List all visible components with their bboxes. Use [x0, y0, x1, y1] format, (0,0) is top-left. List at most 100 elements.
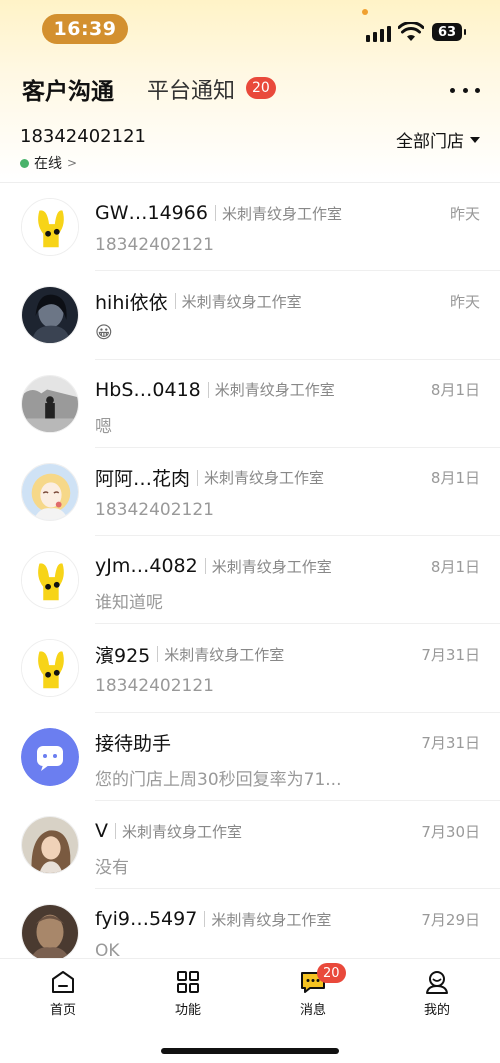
tab-customer-chat[interactable]: 客户沟通: [22, 72, 114, 106]
user-icon: [426, 971, 448, 994]
chevron-right-icon: >: [67, 156, 78, 170]
last-message: 嗯: [95, 416, 112, 437]
account-row: 18342402121 在线 > 全部门店: [0, 124, 500, 182]
conversation-item[interactable]: GW…14966 米刺青纹身工作室 昨天 18342402121: [0, 183, 500, 272]
yellow-hand-avatar: [21, 551, 79, 610]
more-dot-icon: [475, 87, 480, 93]
contact-name: V: [95, 820, 108, 843]
contact-name: GW…14966: [95, 202, 208, 224]
more-dot-icon: [450, 87, 455, 93]
separator: [157, 646, 159, 663]
caret-down-icon: [470, 136, 480, 143]
message-date: 8月1日: [430, 381, 480, 400]
nav-messages-label: 消息: [299, 1003, 326, 1018]
bottom-nav: 首页 功能 消息 20 我的: [0, 958, 500, 1063]
message-date: 昨天: [449, 292, 480, 311]
store-selector-label: 全部门店: [396, 132, 464, 152]
assistant-chat-avatar: [21, 727, 79, 786]
home-indicator: [161, 1048, 339, 1054]
street-photo-avatar: [21, 374, 79, 433]
messages-badge: 20: [317, 963, 346, 983]
wifi-icon: [398, 22, 424, 41]
separator: [115, 823, 116, 840]
online-dot-icon: [20, 158, 29, 168]
account-phone: 18342402121: [20, 126, 146, 147]
conversation-item[interactable]: yJm…4082 米刺青纹身工作室 8月1日 谁知道呢: [0, 536, 500, 625]
status-bar: 16:39 63: [0, 0, 500, 58]
conversation-list: GW…14966 米刺青纹身工作室 昨天 18342402121 hihi依依 …: [0, 183, 500, 958]
contact-name: yJm…4082: [95, 555, 198, 578]
message-date: 7月30日: [421, 822, 480, 841]
message-date: 8月1日: [430, 557, 480, 576]
status-time: 16:39: [42, 14, 128, 44]
yellow-hand-avatar: [21, 198, 79, 256]
conversation-item[interactable]: 濱925 米刺青纹身工作室 7月31日 18342402121: [0, 624, 500, 714]
store-name: 米刺青纹身工作室: [214, 381, 335, 400]
last-message: OK: [95, 941, 120, 958]
divider: [0, 182, 500, 183]
contact-name: hihi依依: [95, 291, 168, 314]
nav-functions[interactable]: 功能: [148, 969, 228, 1018]
battery-icon: 63: [432, 23, 466, 41]
store-name: 米刺青纹身工作室: [211, 910, 332, 929]
nav-mine[interactable]: 我的: [397, 969, 477, 1018]
last-message: 18342402121: [95, 676, 214, 697]
conversation-item[interactable]: hihi依依 米刺青纹身工作室 昨天 😀: [0, 271, 500, 360]
store-name: 米刺青纹身工作室: [221, 204, 342, 223]
separator: [214, 205, 216, 221]
grid-icon: [177, 971, 199, 993]
platform-notice-badge: 20: [246, 77, 276, 99]
conversation-item[interactable]: HbS…0418 米刺青纹身工作室 8月1日 嗯: [0, 360, 500, 449]
store-name: 米刺青纹身工作室: [181, 292, 302, 311]
online-status-label: 在线: [34, 156, 62, 172]
top-tabs: 客户沟通 平台通知 20: [0, 70, 500, 110]
store-selector[interactable]: 全部门店: [396, 127, 480, 152]
conversation-item[interactable]: 阿阿…花肉 米刺青纹身工作室 8月1日 18342402121: [0, 448, 500, 537]
nav-messages[interactable]: 消息 20: [273, 963, 353, 1018]
last-message: 18342402121: [95, 499, 214, 520]
woman-photo-avatar: [21, 816, 79, 875]
separator: [197, 469, 199, 486]
more-dot-icon: [462, 87, 468, 93]
cellular-signal-icon: [366, 24, 391, 42]
message-date: 昨天: [449, 204, 480, 223]
contact-name: fyi9…5497: [95, 908, 198, 931]
dark-portrait-avatar: [21, 286, 79, 345]
more-options-button[interactable]: [450, 80, 480, 100]
store-name: 米刺青纹身工作室: [211, 557, 332, 576]
separator: [204, 911, 206, 928]
nav-mine-label: 我的: [423, 1003, 450, 1018]
separator: [174, 293, 176, 310]
online-status[interactable]: 在线 >: [20, 153, 77, 173]
conversation-item[interactable]: fyi9…5497 米刺青纹身工作室 7月29日 OK: [0, 889, 500, 958]
last-message: 😀: [95, 323, 113, 344]
contact-name: 接待助手: [95, 733, 172, 756]
separator: [207, 381, 209, 398]
message-date: 7月31日: [421, 645, 480, 664]
conversation-item[interactable]: 接待助手 7月31日 您的门店上周30秒回复率为71...: [0, 713, 500, 802]
privacy-dot-icon: [362, 9, 368, 15]
statue-photo-avatar: [21, 904, 79, 958]
yellow-hand-avatar: [21, 639, 79, 698]
last-message: 谁知道呢: [95, 593, 163, 614]
message-date: 7月29日: [421, 910, 480, 929]
contact-name: 阿阿…花肉: [95, 468, 191, 491]
nav-home[interactable]: 首页: [23, 969, 103, 1018]
last-message: 您的门店上周30秒回复率为71...: [95, 769, 342, 790]
contact-name: HbS…0418: [95, 378, 201, 401]
tab-platform-notice[interactable]: 平台通知: [147, 73, 235, 105]
conversation-item[interactable]: V 米刺青纹身工作室 7月30日 没有: [0, 801, 500, 890]
store-name: 米刺青纹身工作室: [122, 822, 243, 841]
message-date: 7月31日: [421, 734, 480, 753]
separator: [204, 558, 206, 575]
nav-home-label: 首页: [49, 1003, 76, 1018]
last-message: 没有: [95, 858, 129, 879]
store-name: 米刺青纹身工作室: [164, 645, 285, 664]
contact-name: 濱925: [95, 644, 151, 667]
message-date: 8月1日: [430, 469, 480, 488]
store-name: 米刺青纹身工作室: [204, 469, 325, 488]
last-message: 18342402121: [95, 235, 214, 255]
home-icon: [52, 971, 74, 993]
illustration-girl-avatar: [21, 462, 79, 521]
nav-functions-label: 功能: [174, 1003, 201, 1018]
